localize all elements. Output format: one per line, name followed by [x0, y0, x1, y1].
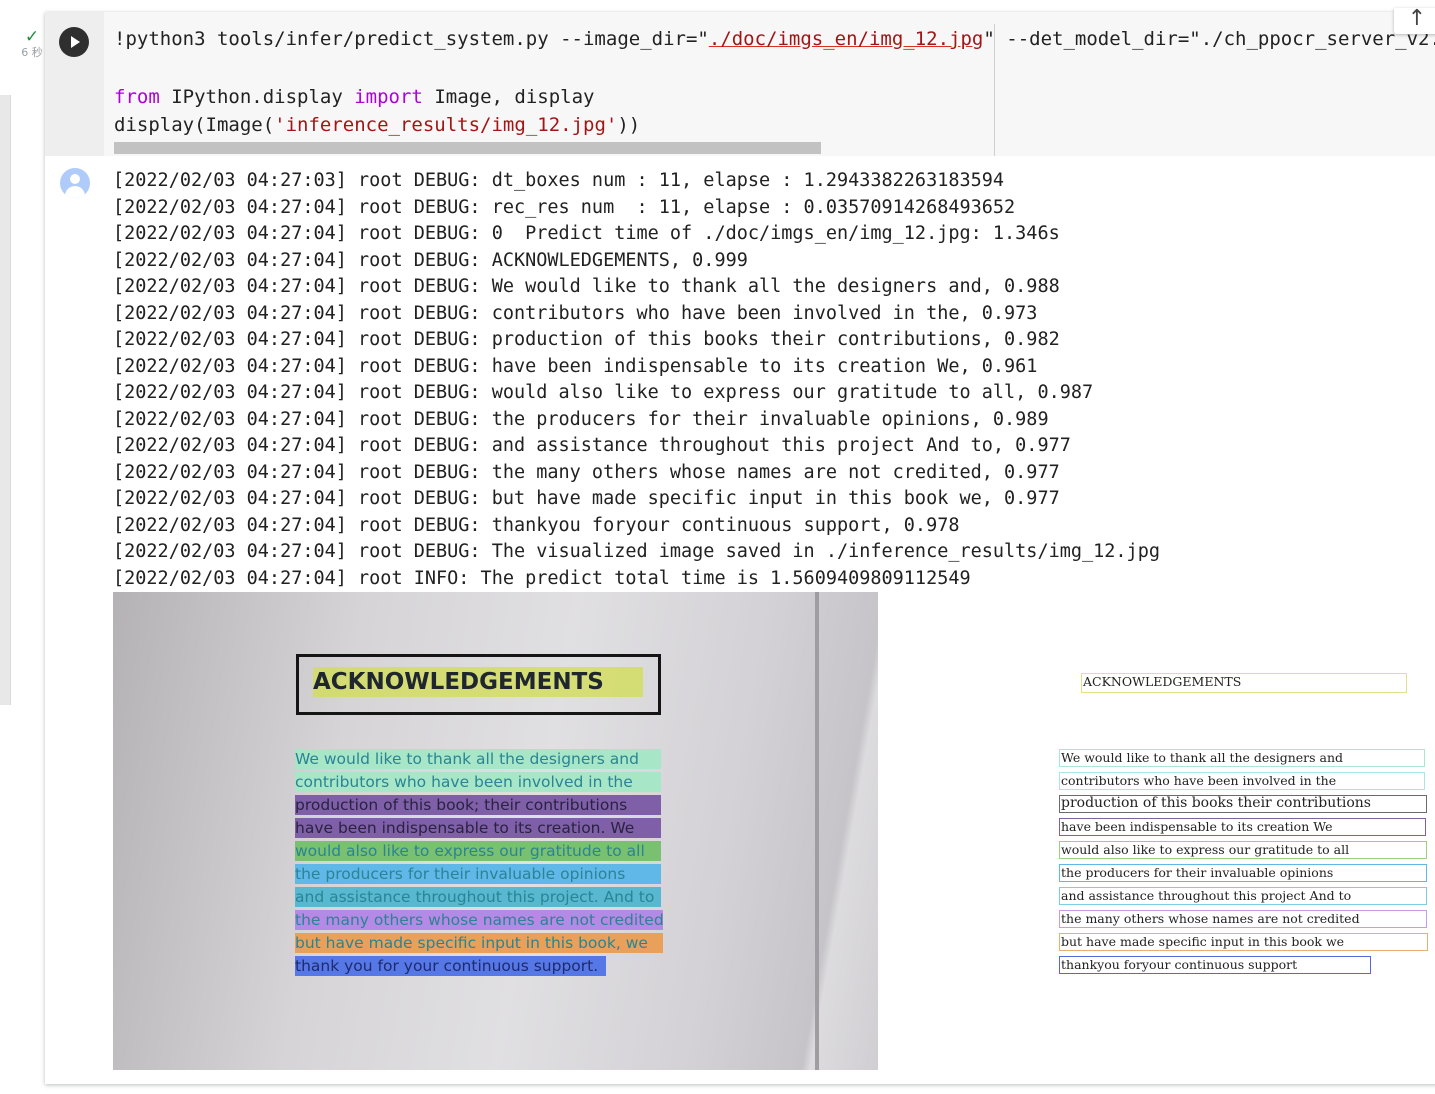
output-avatar-icon[interactable]	[60, 168, 90, 198]
code-scrollbar-thumb[interactable]	[114, 142, 821, 154]
run-cell-button[interactable]	[59, 27, 89, 57]
photo-text-line: would also like to express our gratitude…	[295, 841, 661, 861]
recognized-title-box: ACKNOWLEDGEMENTS	[1081, 673, 1407, 693]
code-line-2[interactable]: from IPython.display import Image, displ…	[114, 85, 594, 109]
log-line: [2022/02/03 04:27:04] root DEBUG: the ma…	[113, 461, 1060, 483]
log-line: [2022/02/03 04:27:03] root DEBUG: dt_box…	[113, 170, 1005, 191]
code-display-close: ))	[617, 114, 641, 136]
log-line: [2022/02/03 04:27:04] root DEBUG: The vi…	[113, 541, 1160, 562]
code-keyword-import: import	[354, 86, 423, 108]
notebook-page: ✓ 6 秒 !python3 tools/infer/predict_syste…	[0, 0, 1435, 1094]
recognized-text-box: have been indispensable to its creation …	[1059, 818, 1426, 836]
photo-text-line: thank you for your continuous support.	[295, 956, 606, 976]
log-line: [2022/02/03 04:27:04] root DEBUG: and as…	[113, 435, 1071, 456]
cell-toolbar: ↑ ↓	[1394, 8, 1435, 34]
log-line: [2022/02/03 04:27:04] root DEBUG: produc…	[113, 329, 1060, 350]
photo-text-line: but have made specific input in this boo…	[295, 933, 663, 953]
code-image-path: ./doc/imgs_en/img_12.jpg	[708, 28, 984, 50]
ocr-result-image: ACKNOWLEDGEMENTS We would like to thank …	[113, 592, 1435, 1070]
code-module: IPython.display	[159, 86, 355, 108]
log-line: [2022/02/03 04:27:04] root INFO: The pre…	[113, 567, 971, 589]
source-photo: ACKNOWLEDGEMENTS We would like to thank …	[113, 592, 878, 1070]
photo-title: ACKNOWLEDGEMENTS	[313, 667, 643, 697]
recognized-text-box: contributors who have been involved in t…	[1059, 772, 1425, 790]
code-editor[interactable]: !python3 tools/infer/predict_system.py -…	[104, 12, 1435, 156]
photo-text-line: the many others whose names are not cred…	[295, 910, 663, 930]
code-line-3[interactable]: display(Image('inference_results/img_12.…	[114, 113, 640, 137]
code-imports: Image, display	[422, 86, 595, 108]
photo-text-line: production of this book; their contribut…	[295, 795, 661, 815]
page-fold	[815, 592, 819, 1070]
move-cell-up-icon[interactable]: ↑	[1398, 8, 1435, 32]
code-command: !python3 tools/infer/predict_system.py -…	[114, 28, 709, 50]
left-panel-strip[interactable]	[0, 95, 10, 705]
photo-text-line: have been indispensable to its creation.…	[295, 818, 661, 838]
log-line: [2022/02/03 04:27:04] root DEBUG: but ha…	[113, 488, 1060, 509]
left-panel-divider	[10, 95, 11, 705]
code-command-rest: " --det_model_dir="./ch_ppocr_server_v2.…	[983, 28, 1435, 50]
log-line: [2022/02/03 04:27:04] root DEBUG: thanky…	[113, 514, 960, 536]
log-line: [2022/02/03 04:27:04] root DEBUG: contri…	[113, 302, 1038, 324]
output-log: [2022/02/03 04:27:03] root DEBUG: dt_box…	[113, 168, 1160, 592]
code-line-1[interactable]: !python3 tools/infer/predict_system.py -…	[114, 27, 1435, 51]
run-status: ✓ 6 秒	[18, 28, 46, 60]
recognized-text-box: production of this books their contribut…	[1059, 795, 1427, 813]
photo-text-line: We would like to thank all the designers…	[295, 749, 661, 769]
code-ruler	[994, 24, 995, 156]
log-line: [2022/02/03 04:27:04] root DEBUG: 0 Pred…	[113, 223, 1060, 244]
execution-time: 6 秒	[21, 46, 43, 59]
code-horizontal-scrollbar[interactable]	[114, 142, 1430, 154]
code-display-call: display(Image(	[114, 114, 275, 136]
photo-text-line: the producers for their invaluable opini…	[295, 864, 661, 884]
log-line: [2022/02/03 04:27:04] root DEBUG: ACKNOW…	[113, 249, 748, 271]
recognized-text-box: and assistance throughout this project A…	[1059, 887, 1427, 905]
log-line: [2022/02/03 04:27:04] root DEBUG: have b…	[113, 355, 1038, 377]
log-line: [2022/02/03 04:27:04] root DEBUG: the pr…	[113, 408, 1049, 430]
code-result-path: 'inference_results/img_12.jpg'	[274, 114, 618, 136]
check-icon: ✓	[24, 27, 40, 47]
log-line: [2022/02/03 04:27:04] root DEBUG: would …	[113, 382, 1094, 403]
code-cell[interactable]: !python3 tools/infer/predict_system.py -…	[45, 8, 1435, 1084]
recognized-text-box: would also like to express our gratitude…	[1059, 841, 1427, 859]
log-line: [2022/02/03 04:27:04] root DEBUG: rec_re…	[113, 196, 1016, 218]
cell-gutter	[45, 12, 104, 156]
photo-text-line: contributors who have been involved in t…	[295, 772, 661, 792]
recognized-text-box: the many others whose names are not cred…	[1059, 910, 1427, 928]
log-line: [2022/02/03 04:27:04] root DEBUG: We wou…	[113, 276, 1060, 297]
code-keyword-from: from	[114, 86, 160, 108]
photo-text-line: and assistance throughout this project. …	[295, 887, 661, 907]
cell-output: [2022/02/03 04:27:03] root DEBUG: dt_box…	[45, 156, 1435, 1084]
recognized-text-box: We would like to thank all the designers…	[1059, 749, 1425, 767]
recognized-text-box: but have made specific input in this boo…	[1059, 933, 1428, 951]
recognized-text-box: thankyou foryour continuous support	[1059, 956, 1371, 974]
recognized-text-box: the producers for their invaluable opini…	[1059, 864, 1427, 882]
